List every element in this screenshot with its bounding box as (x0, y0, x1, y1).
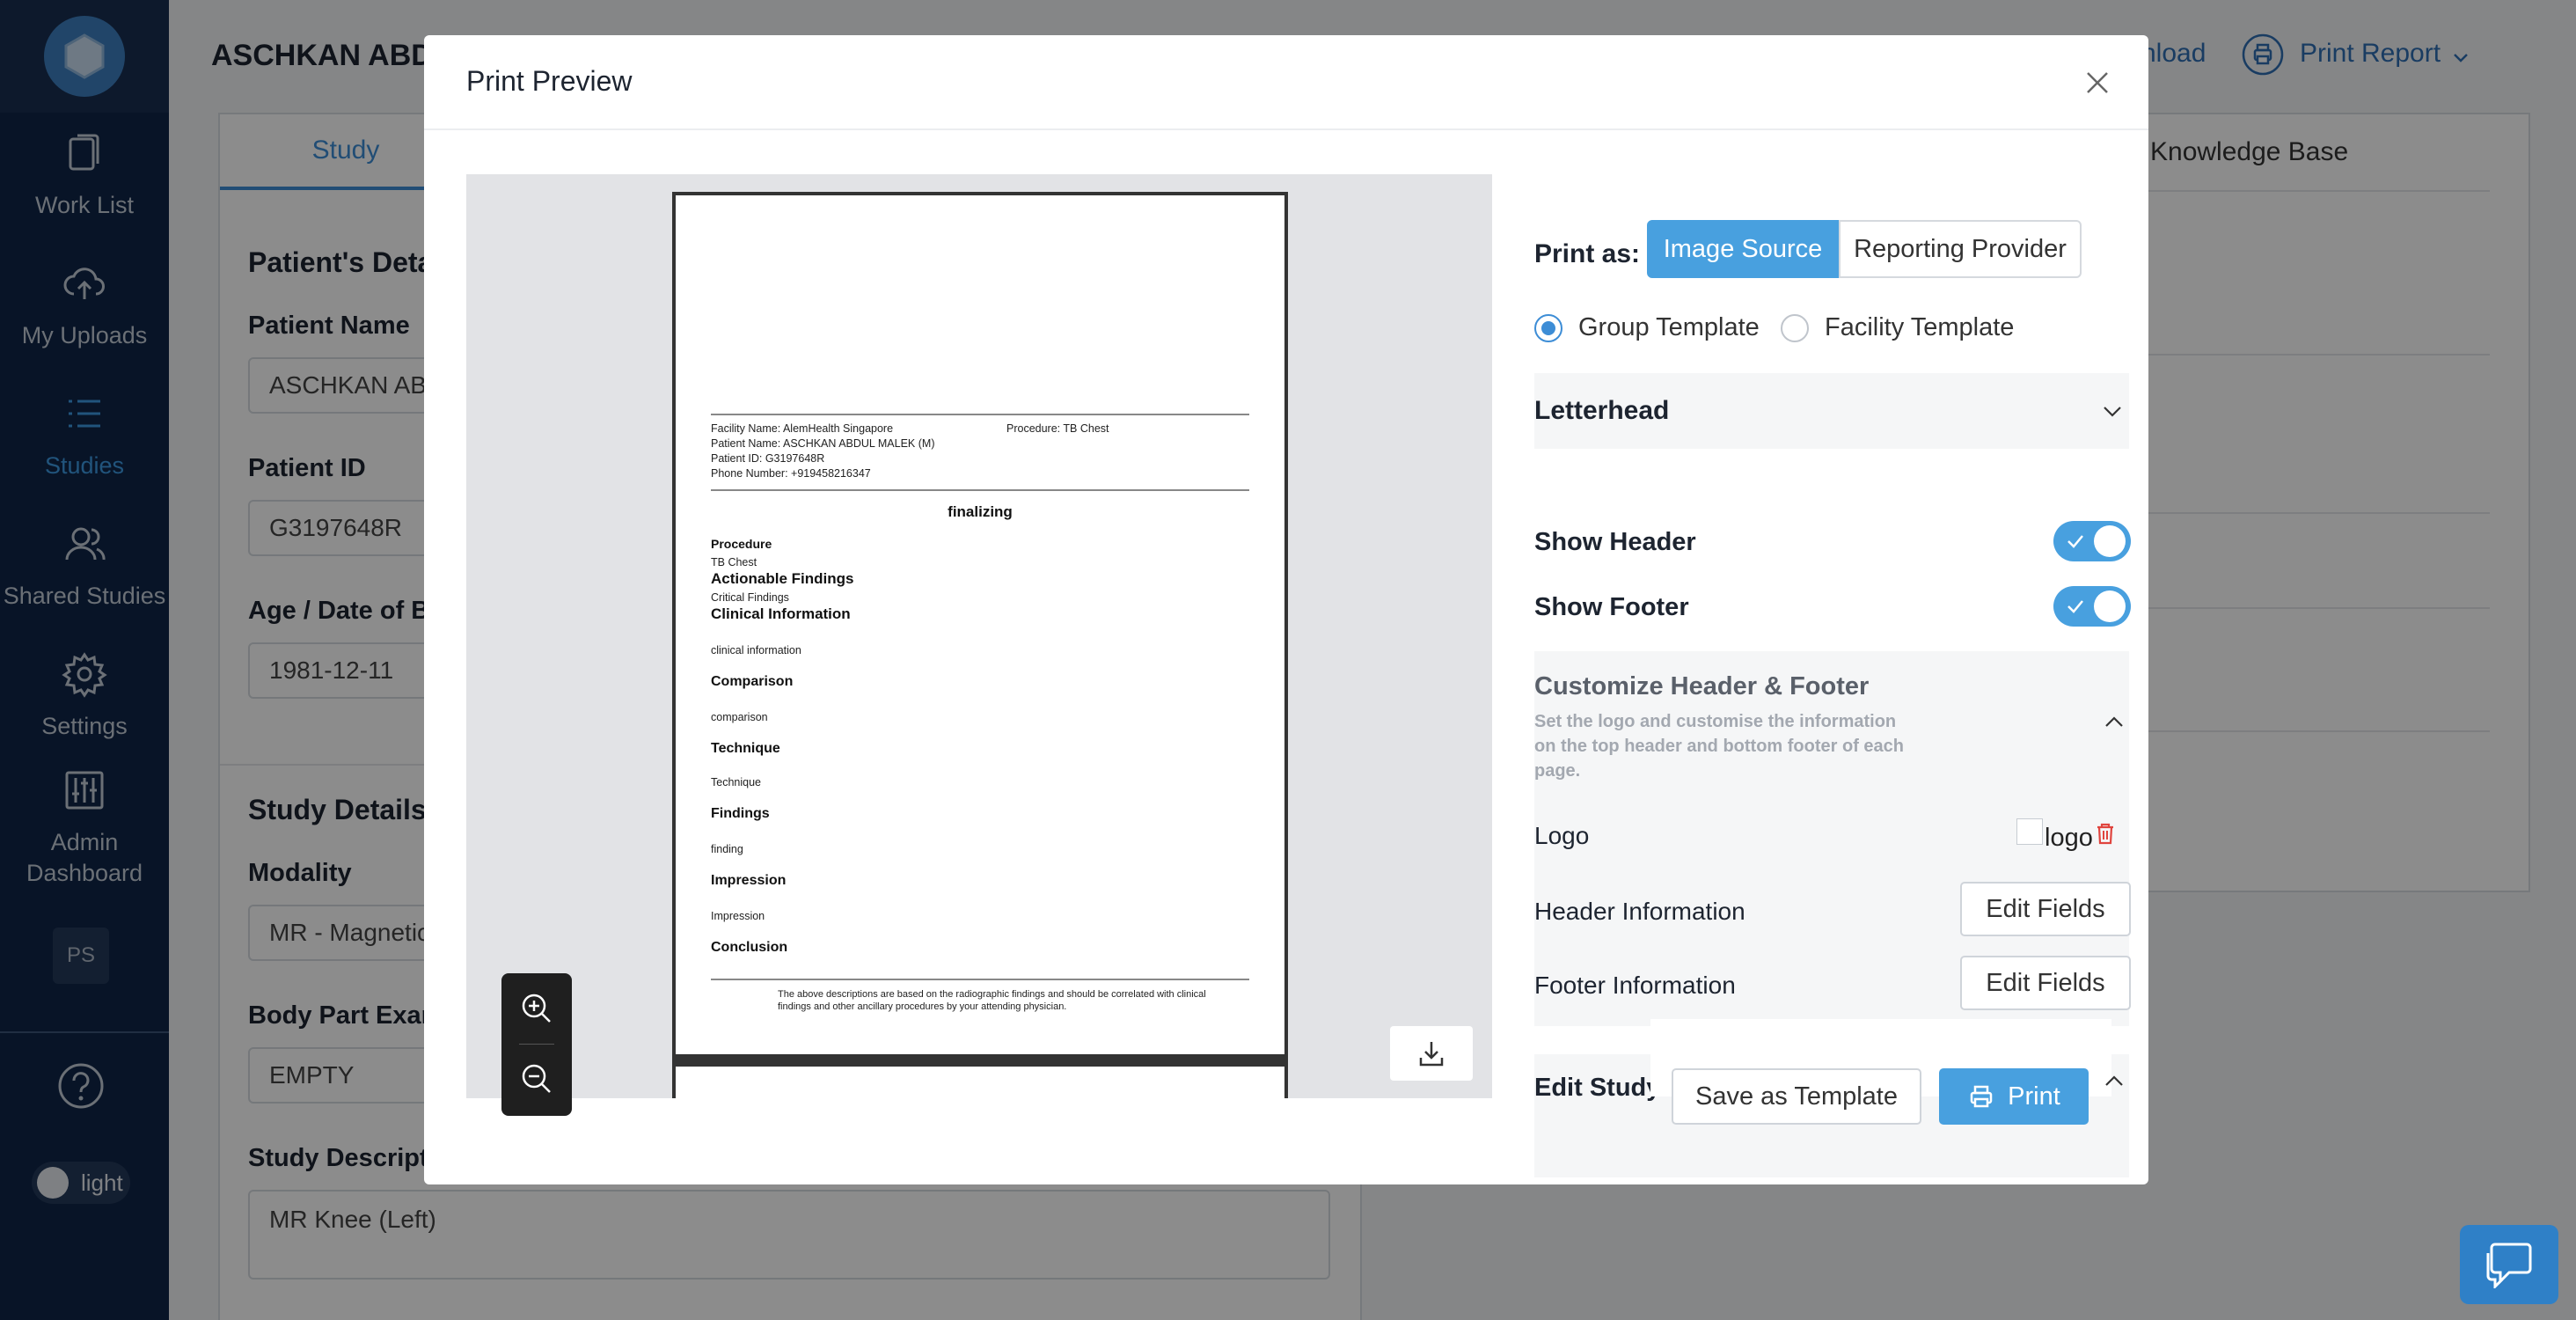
section-text: comparison (711, 711, 768, 723)
section-heading: Clinical Information (711, 605, 851, 622)
header-information-label: Header Information (1534, 898, 1745, 925)
print-button-label: Print (2008, 1082, 2060, 1111)
printer-icon (1970, 1085, 1993, 1108)
chevron-up-icon[interactable] (2103, 1070, 2126, 1093)
show-header-row: Show Header (1534, 521, 2131, 565)
report-status: finalizing (948, 503, 1013, 520)
report-disclaimer: findings and other ancillary procedures … (778, 1001, 1067, 1012)
check-icon (2067, 600, 2083, 613)
section-heading: Conclusion (711, 940, 788, 955)
footer-information-label: Footer Information (1534, 972, 1736, 999)
chevron-down-icon (2104, 407, 2121, 417)
radio-unselected (1781, 313, 1809, 342)
section-text: Critical Findings (711, 591, 789, 604)
letterhead-title: Letterhead (1534, 396, 1670, 425)
report-preview: Facility Name: AlemHealth Singapore Proc… (466, 174, 1492, 1116)
header-rule-bottom (711, 489, 1249, 491)
section-heading: Actionable Findings (711, 570, 854, 587)
radio-label: Group Template (1578, 313, 1760, 341)
show-header-toggle[interactable] (2053, 521, 2131, 561)
report-disclaimer: The above descriptions are based on the … (778, 989, 1206, 1000)
page-break (676, 1054, 1284, 1067)
print-as-reporting-provider[interactable]: Reporting Provider (1839, 220, 2082, 278)
section-text: clinical information (711, 644, 801, 656)
show-footer-label: Show Footer (1534, 593, 1689, 621)
zoom-controls (501, 973, 572, 1116)
customize-description: Set the logo and customise the informati… (1534, 712, 1904, 781)
report-page: Facility Name: AlemHealth Singapore Proc… (672, 192, 1288, 1098)
report-patient-name: Patient Name: ASCHKAN ABDUL MALEK (M) (711, 437, 935, 450)
logo-alt-text: logo (2045, 824, 2093, 852)
toggle-knob (2094, 525, 2126, 557)
zoom-divider (519, 1044, 554, 1045)
show-footer-toggle[interactable] (2053, 586, 2131, 627)
trash-icon[interactable] (2092, 820, 2119, 847)
customize-header-footer-section: Customize Header & Footer Set the logo a… (1534, 651, 2131, 1026)
radio-label: Facility Template (1825, 313, 2015, 341)
section-heading: Procedure (711, 537, 772, 551)
check-icon (2067, 535, 2083, 548)
section-text: TB Chest (711, 556, 757, 568)
download-preview-button[interactable] (1390, 1026, 1473, 1081)
chevron-up-icon[interactable] (2103, 711, 2126, 734)
download-icon (1419, 1042, 1444, 1067)
letterhead-section[interactable]: Letterhead (1534, 373, 2129, 449)
save-as-template-button[interactable]: Save as Template (1672, 1068, 1921, 1125)
section-heading: Impression (711, 873, 787, 888)
report-facility: Facility Name: AlemHealth Singapore (711, 422, 894, 435)
close-icon[interactable] (2083, 69, 2111, 97)
show-header-label: Show Header (1534, 528, 1696, 556)
logo-label: Logo (1534, 822, 1590, 849)
toggle-knob (2094, 590, 2126, 622)
customize-title: Customize Header & Footer (1534, 672, 1870, 700)
zoom-in-icon[interactable] (519, 991, 554, 1026)
radio-facility-template[interactable]: Facility Template (1781, 313, 2014, 342)
section-text: finding (711, 843, 743, 855)
zoom-out-icon[interactable] (519, 1061, 554, 1096)
print-as-image-source[interactable]: Image Source (1647, 220, 1839, 278)
print-preview-modal: Print Preview Facility Name: AlemHealth … (424, 35, 2148, 1184)
section-heading: Comparison (711, 674, 794, 689)
modal-title: Print Preview (466, 65, 633, 97)
report-patient-id: Patient ID: G3197648R (711, 452, 825, 465)
report-phone: Phone Number: +919458216347 (711, 467, 871, 480)
print-as-label: Print as: (1534, 239, 1641, 268)
modal-header: Print Preview (424, 35, 2148, 130)
show-footer-row: Show Footer (1534, 586, 2131, 630)
radio-selected (1534, 313, 1562, 342)
edit-header-fields-button[interactable]: Edit Fields (1960, 882, 2131, 936)
chat-button[interactable] (2460, 1225, 2558, 1304)
chat-icon (2486, 1243, 2532, 1288)
header-rule (711, 414, 1249, 415)
section-text: Technique (711, 776, 761, 788)
radio-group-template[interactable]: Group Template (1534, 313, 1760, 342)
print-button[interactable]: Print (1939, 1068, 2089, 1125)
section-text: Impression (711, 910, 765, 922)
logo-image (2016, 818, 2043, 845)
section-heading: Technique (711, 741, 780, 756)
report-procedure-header: Procedure: TB Chest (1006, 422, 1109, 435)
footer-rule (711, 979, 1249, 980)
print-settings: Print as: Image Source Reporting Provide… (1534, 174, 2131, 1177)
section-heading: Findings (711, 806, 770, 821)
edit-footer-fields-button[interactable]: Edit Fields (1960, 956, 2131, 1010)
